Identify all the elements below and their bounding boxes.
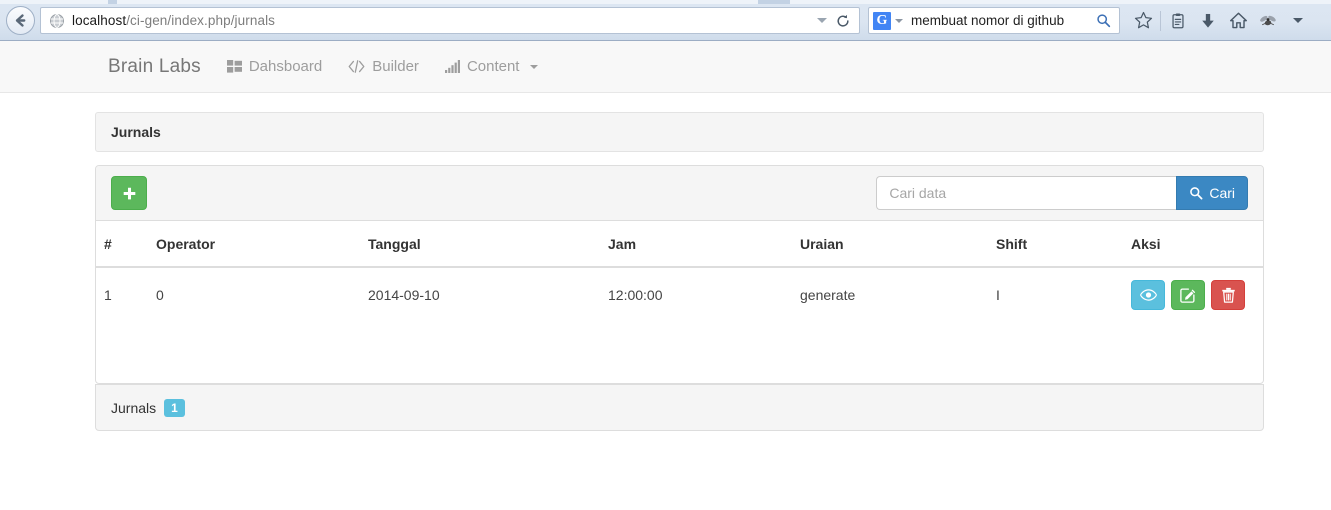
browser-search-input[interactable]: membuat nomor di github <box>911 13 1064 28</box>
cell-jam: 12:00:00 <box>608 287 663 303</box>
reload-icon[interactable] <box>836 14 850 28</box>
column-header-aksi: Aksi <box>1123 221 1263 268</box>
home-icon[interactable] <box>1223 6 1253 35</box>
browser-toolbar-icons <box>1128 6 1313 35</box>
url-host: localhost <box>72 13 127 28</box>
trash-icon <box>1221 287 1235 303</box>
column-header-shift: Shift <box>988 221 1123 268</box>
cell-uraian: generate <box>800 287 856 303</box>
code-icon <box>348 60 365 73</box>
cell-aksi <box>1123 267 1263 322</box>
table-row: 1 0 2014-09-10 12:00:00 generate I <box>96 267 1263 322</box>
search-button[interactable]: Cari <box>1176 176 1248 210</box>
eye-icon <box>1139 289 1157 301</box>
signal-bars-icon <box>444 60 460 73</box>
cell-num: 1 <box>104 287 112 303</box>
column-header-uraian: Uraian <box>792 221 988 268</box>
column-header-jam: Jam <box>600 221 792 268</box>
chevron-down-icon <box>530 64 539 69</box>
row-action-buttons <box>1131 280 1255 310</box>
panel-footer: Jurnals 1 <box>95 384 1264 431</box>
column-header-tanggal: Tanggal <box>360 221 600 268</box>
search-group: Cari <box>876 176 1248 210</box>
jurnals-table: # Operator Tanggal Jam Uraian Shift Aksi… <box>96 221 1263 322</box>
magnifier-icon[interactable] <box>1096 13 1111 28</box>
data-panel: Cari # Operator Tanggal Jam Uraian Shift… <box>95 165 1264 384</box>
column-header-num: # <box>96 221 148 268</box>
edit-button[interactable] <box>1171 280 1205 310</box>
overflow-chevron-down-icon[interactable] <box>1283 6 1313 35</box>
cell-operator: 0 <box>156 287 164 303</box>
brand-logo[interactable]: Brain Labs <box>108 56 201 78</box>
footer-label: Jurnals <box>111 399 157 416</box>
browser-chrome: localhost/ci-gen/index.php/jurnals G mem… <box>0 0 1331 41</box>
search-input[interactable] <box>876 176 1177 210</box>
view-button[interactable] <box>1131 280 1165 310</box>
url-path: /ci-gen/index.php/jurnals <box>126 13 276 28</box>
downloads-icon[interactable] <box>1193 6 1223 35</box>
page-header-panel: Jurnals <box>95 112 1264 152</box>
nav-item-label: Builder <box>372 58 419 75</box>
chevron-down-icon[interactable] <box>895 18 903 23</box>
cell-tanggal: 2014-09-10 <box>368 287 440 303</box>
bookmark-star-icon[interactable] <box>1128 6 1158 35</box>
nav-item-label: Content <box>466 58 520 75</box>
nav-item-dashboard[interactable]: Dahsboard <box>226 58 323 75</box>
back-button[interactable] <box>6 6 35 35</box>
add-button[interactable] <box>111 176 147 210</box>
panel-toolbar: Cari <box>96 166 1263 221</box>
extension-fly-icon[interactable] <box>1253 6 1283 35</box>
magnifier-icon <box>1190 187 1203 200</box>
nav-item-label: Dahsboard <box>248 58 323 75</box>
url-text: localhost/ci-gen/index.php/jurnals <box>72 13 275 28</box>
url-bar-controls <box>817 14 859 28</box>
column-header-operator: Operator <box>148 221 360 268</box>
search-button-label: Cari <box>1209 185 1235 201</box>
browser-search-bar[interactable]: G membuat nomor di github <box>868 7 1120 34</box>
page-content: Jurnals Cari data Cari # Operator Tangga… <box>0 93 1331 510</box>
delete-button[interactable] <box>1211 280 1245 310</box>
chevron-down-icon[interactable] <box>817 18 827 23</box>
record-count-badge: 1 <box>164 398 185 417</box>
th-large-icon <box>226 60 242 73</box>
page-title: Jurnals <box>111 124 161 140</box>
tab-strip-edge <box>0 0 1331 4</box>
reading-list-icon[interactable] <box>1163 6 1193 35</box>
nav-item-builder[interactable]: Builder <box>348 58 419 75</box>
back-arrow-icon <box>15 14 26 27</box>
cell-shift: I <box>996 287 1000 303</box>
url-bar[interactable]: localhost/ci-gen/index.php/jurnals <box>40 7 860 34</box>
table-body: 1 0 2014-09-10 12:00:00 generate I <box>96 267 1263 322</box>
table-head: # Operator Tanggal Jam Uraian Shift Aksi <box>96 221 1263 268</box>
app-navbar: Brain Labs Dahsboard Builder Content <box>0 41 1331 93</box>
toolbar-divider <box>1160 10 1161 31</box>
nav-item-content[interactable]: Content <box>444 58 539 75</box>
globe-icon <box>50 13 64 28</box>
plus-icon <box>123 187 135 199</box>
google-engine-icon[interactable]: G <box>873 11 891 30</box>
table-header-row: # Operator Tanggal Jam Uraian Shift Aksi <box>96 221 1263 268</box>
pencil-square-icon <box>1180 288 1196 303</box>
